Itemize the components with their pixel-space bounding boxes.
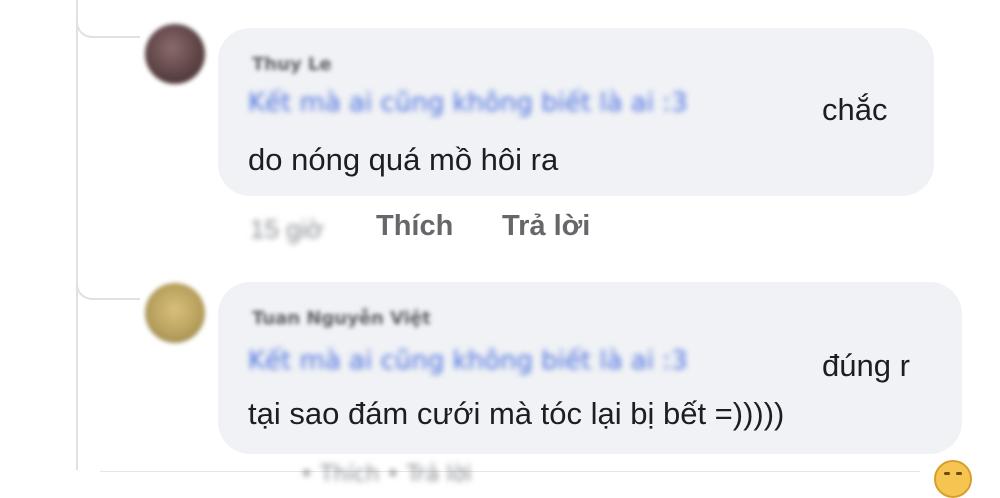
- emoji-reaction-icon[interactable]: [934, 460, 972, 498]
- like-button[interactable]: Thích: [376, 210, 453, 243]
- thread-line: [76, 0, 78, 470]
- comment-actions-blurred: • Thích • Trả lời: [300, 462, 472, 484]
- comment-text: tại sao đám cưới mà tóc lại bị bết =))))…: [248, 396, 785, 431]
- mentioned-text[interactable]: Kết mà ai cũng không biết là ai :3: [248, 346, 688, 376]
- reply-button[interactable]: Trả lời: [502, 210, 590, 243]
- comment-timestamp[interactable]: 15 giờ: [250, 214, 323, 245]
- avatar[interactable]: [145, 24, 205, 84]
- reply-connector: [76, 0, 140, 38]
- comment-bubble: Tuan Nguyễn Việt Kết mà ai cũng không bi…: [218, 282, 962, 454]
- avatar[interactable]: [145, 283, 205, 343]
- comment-author[interactable]: Tuan Nguyễn Việt: [252, 308, 431, 329]
- comment-bubble: Thuy Le Kết mà ai cũng không biết là ai …: [218, 28, 934, 196]
- reply-connector: [76, 262, 140, 300]
- comment-text: do nóng quá mồ hôi ra: [248, 142, 559, 177]
- comment-author[interactable]: Thuy Le: [252, 54, 332, 75]
- mentioned-text[interactable]: Kết mà ai cũng không biết là ai :3: [248, 88, 688, 118]
- comment-text: chắc: [822, 92, 888, 127]
- comment-text: đúng r: [822, 348, 910, 383]
